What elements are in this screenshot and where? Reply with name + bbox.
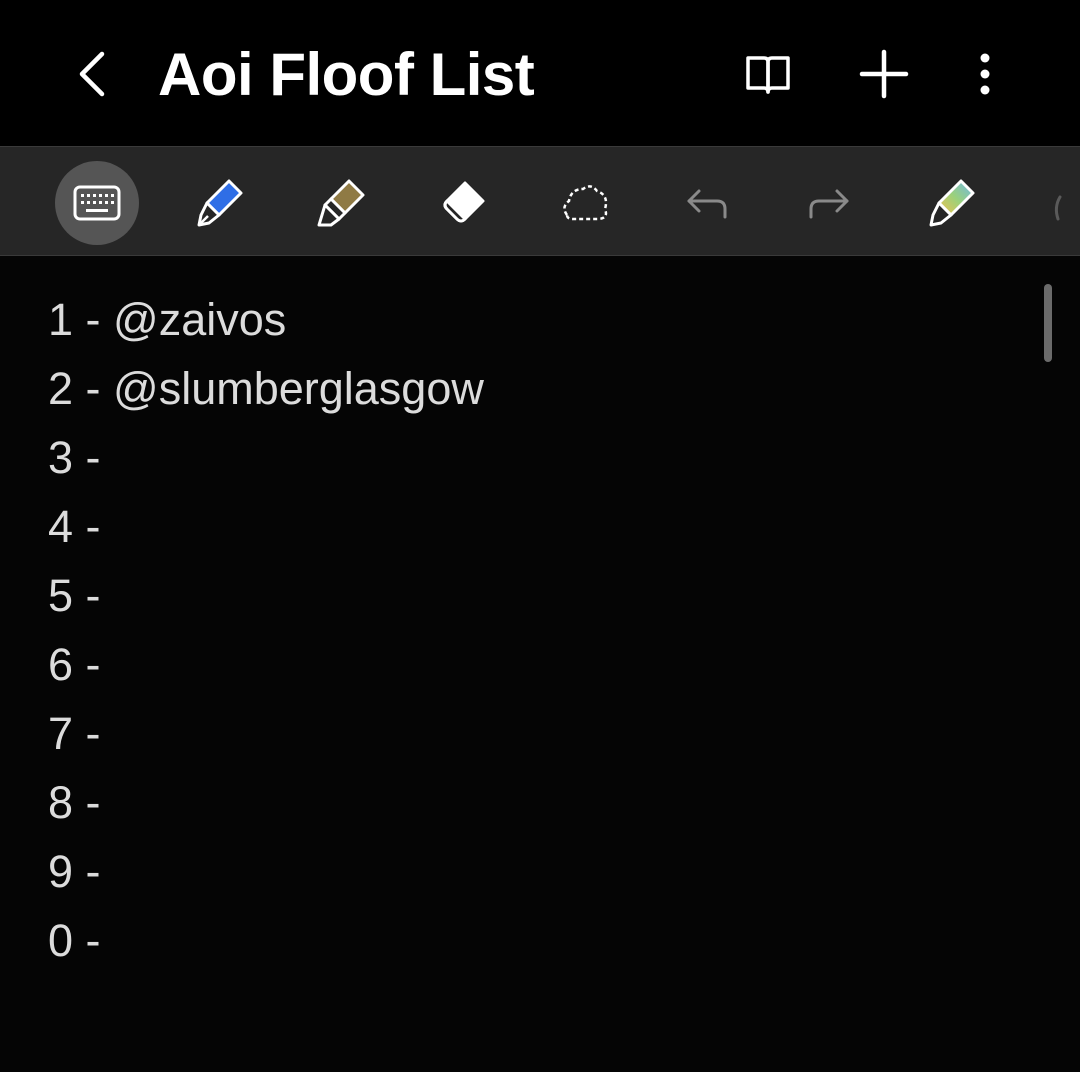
fountain-pen-button[interactable] xyxy=(177,161,261,245)
app-header: Aoi Floof List xyxy=(0,0,1080,146)
note-body[interactable]: 1 - @zaivos 2 - @slumberglasgow 3 - 4 - … xyxy=(0,258,1080,1072)
undo-icon xyxy=(687,189,727,219)
note-line: 8 - xyxy=(48,777,101,828)
rainbow-pen-button[interactable] xyxy=(909,161,993,245)
note-line: 5 - xyxy=(48,570,101,621)
note-line: 1 - @zaivos xyxy=(48,294,287,345)
add-button[interactable] xyxy=(854,44,914,104)
scrollbar[interactable] xyxy=(1044,284,1052,362)
lasso-select-button[interactable] xyxy=(543,161,627,245)
more-tools-edge[interactable] xyxy=(1050,187,1080,227)
fountain-pen-icon xyxy=(197,179,243,227)
rainbow-pen-icon xyxy=(929,179,975,227)
note-line: 6 - xyxy=(48,639,101,690)
keyboard-icon xyxy=(73,185,121,221)
highlighter-button[interactable] xyxy=(299,161,383,245)
note-line: 0 - xyxy=(48,915,101,966)
more-options-button[interactable] xyxy=(955,44,1015,104)
page-title: Aoi Floof List xyxy=(158,41,535,108)
redo-icon xyxy=(809,189,849,219)
partial-tool-icon xyxy=(1054,195,1062,221)
drawing-toolbar xyxy=(0,146,1080,256)
redo-button[interactable] xyxy=(787,161,871,245)
note-line: 7 - xyxy=(48,708,101,759)
eraser-button[interactable] xyxy=(421,161,505,245)
plus-icon xyxy=(859,49,909,99)
lasso-select-icon xyxy=(563,185,608,221)
highlighter-icon xyxy=(317,179,365,227)
note-line: 9 - xyxy=(48,846,101,897)
back-icon xyxy=(79,51,105,97)
keyboard-mode-button[interactable] xyxy=(55,161,139,245)
note-line: 4 - xyxy=(48,501,101,552)
note-line: 3 - xyxy=(48,432,101,483)
more-vertical-icon xyxy=(980,53,990,95)
book-icon xyxy=(746,56,790,94)
reading-mode-button[interactable] xyxy=(738,44,798,104)
eraser-icon xyxy=(443,181,485,223)
back-button[interactable] xyxy=(62,44,122,104)
note-line: 2 - @slumberglasgow xyxy=(48,363,484,414)
undo-button[interactable] xyxy=(665,161,749,245)
